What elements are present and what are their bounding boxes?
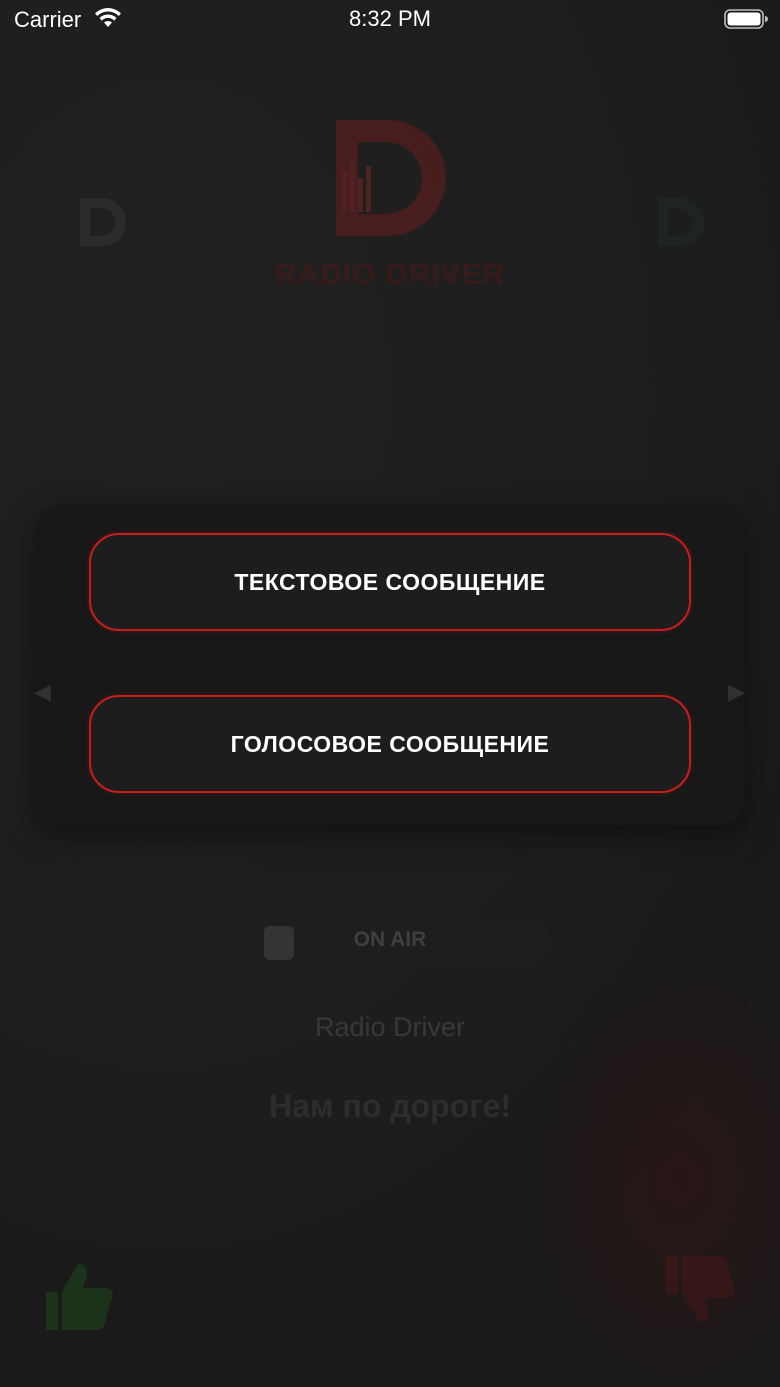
voice-message-button[interactable]: ГОЛОСОВОЕ СООБЩЕНИЕ [89,695,691,793]
battery-full-icon [724,9,768,29]
modal-overlay[interactable] [0,0,780,1387]
app-screen: RADIO DRIVER ◀ ▶ ON AIR Radio Driver Нам… [0,0,780,1387]
text-message-button[interactable]: ТЕКСТОВОЕ СООБЩЕНИЕ [89,533,691,631]
status-bar: Carrier 8:32 PM [0,0,780,40]
clock: 8:32 PM [349,6,431,31]
